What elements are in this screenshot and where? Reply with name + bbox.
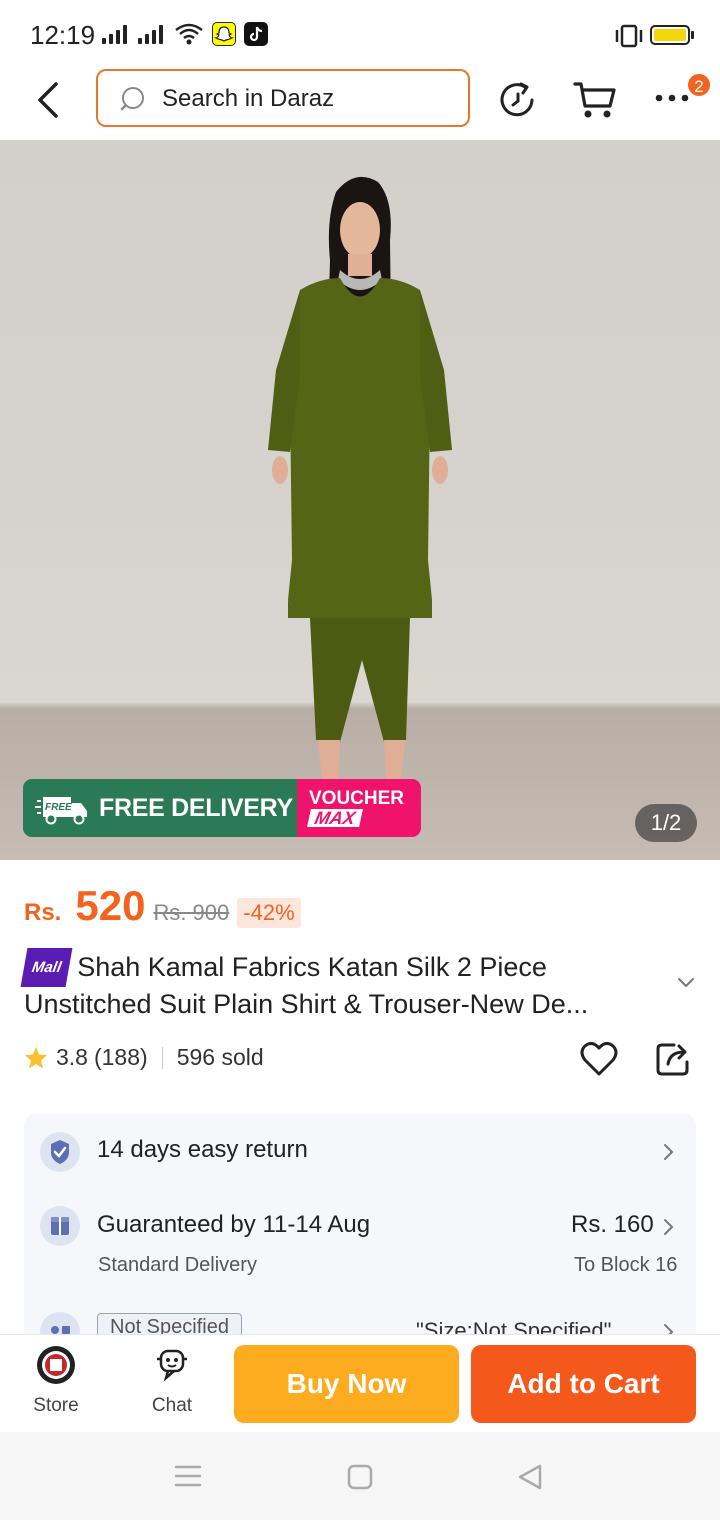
cart-icon[interactable]: [572, 76, 618, 122]
free-delivery-voucher-banner: FREE FREE DELIVERY VOUCHER MAX: [23, 779, 421, 837]
home-square-icon[interactable]: [347, 1464, 373, 1490]
menu-icon[interactable]: [174, 1464, 202, 1488]
snapchat-icon: [212, 22, 236, 46]
service-info-card: 14 days easy return Guaranteed by 11-14 …: [24, 1114, 696, 1354]
delivery-type: Standard Delivery: [98, 1254, 257, 1276]
share-icon[interactable]: [654, 1040, 692, 1078]
back-arrow-icon[interactable]: [30, 78, 70, 122]
price-currency: Rs.: [24, 899, 62, 926]
store-logo-icon: [37, 1346, 75, 1384]
vibrate-icon: [615, 24, 643, 48]
tiktok-icon: [244, 22, 268, 46]
product-title[interactable]: Mall Shah Kamal Fabrics Katan Silk 2 Piec…: [20, 948, 664, 1022]
history-icon[interactable]: [498, 80, 538, 120]
max-label: MAX: [307, 808, 363, 828]
discount-badge: -42%: [237, 898, 301, 928]
product-title-line1: Shah Kamal Fabrics Katan Silk 2 Piece: [77, 952, 547, 982]
divider: [161, 1046, 163, 1069]
search-bar[interactable]: [96, 69, 470, 127]
system-navigation-bar: [0, 1432, 720, 1520]
free-delivery-label: FREE DELIVERY: [99, 793, 293, 822]
image-counter: 1/2: [635, 804, 697, 842]
product-image-carousel[interactable]: FREE FREE DELIVERY VOUCHER MAX 1/2: [0, 140, 720, 860]
rating-row[interactable]: 3.8 (188) 596 sold: [24, 1044, 264, 1071]
status-bar: 12:19: [0, 0, 720, 64]
delivery-box-icon: [40, 1206, 80, 1246]
search-input[interactable]: [162, 81, 452, 117]
rating-score: 3.8: [56, 1044, 88, 1070]
cart-badge: 2: [686, 72, 712, 98]
status-time: 12:19: [30, 20, 96, 50]
chat-button[interactable]: Chat: [132, 1345, 212, 1417]
product-title-line2: Unstitched Suit Plain Shirt & Trouser-Ne…: [24, 989, 589, 1019]
signal-icon-2: [138, 24, 168, 44]
shield-icon: [40, 1132, 80, 1172]
wifi-icon: [175, 23, 203, 45]
more-icon[interactable]: [654, 86, 690, 110]
rating-count: (188): [93, 1044, 148, 1070]
delivery-fee: Rs. 160: [571, 1211, 654, 1238]
price-row: Rs. 520 Rs. 900 -42%: [24, 882, 301, 932]
signal-icon: [102, 24, 132, 44]
free-tag: FREE: [45, 802, 72, 813]
add-to-cart-button[interactable]: Add to Cart: [471, 1345, 696, 1423]
star-icon: [25, 1046, 47, 1068]
chat-icon: [157, 1349, 187, 1382]
returns-text[interactable]: 14 days easy return: [97, 1136, 308, 1164]
buy-now-button[interactable]: Buy Now: [234, 1345, 459, 1423]
mall-badge: Mall: [20, 948, 73, 987]
chevron-down-icon[interactable]: [676, 976, 696, 990]
search-icon: [120, 87, 144, 111]
store-label: Store: [33, 1395, 79, 1416]
heart-icon[interactable]: [579, 1040, 619, 1078]
current-price: 520: [75, 882, 146, 929]
delivery-location: To Block 16: [574, 1254, 678, 1276]
product-photo: [268, 176, 452, 780]
chevron-right-icon[interactable]: [662, 1142, 676, 1162]
chevron-right-icon[interactable]: [662, 1217, 676, 1237]
top-navigation: 2: [0, 64, 720, 140]
delivery-truck-icon: FREE: [35, 797, 87, 825]
voucher-label: VOUCHER: [309, 788, 405, 809]
bottom-action-bar: Store Chat Buy Now Add to Cart: [0, 1334, 720, 1432]
delivery-guarantee[interactable]: Guaranteed by 11-14 Aug: [97, 1211, 370, 1239]
store-button[interactable]: Store: [16, 1345, 96, 1417]
chat-label: Chat: [151, 1395, 193, 1416]
back-triangle-icon[interactable]: [516, 1463, 544, 1491]
original-price: Rs. 900: [153, 900, 230, 925]
battery-icon: [650, 25, 694, 45]
sold-count: 596 sold: [176, 1044, 264, 1070]
